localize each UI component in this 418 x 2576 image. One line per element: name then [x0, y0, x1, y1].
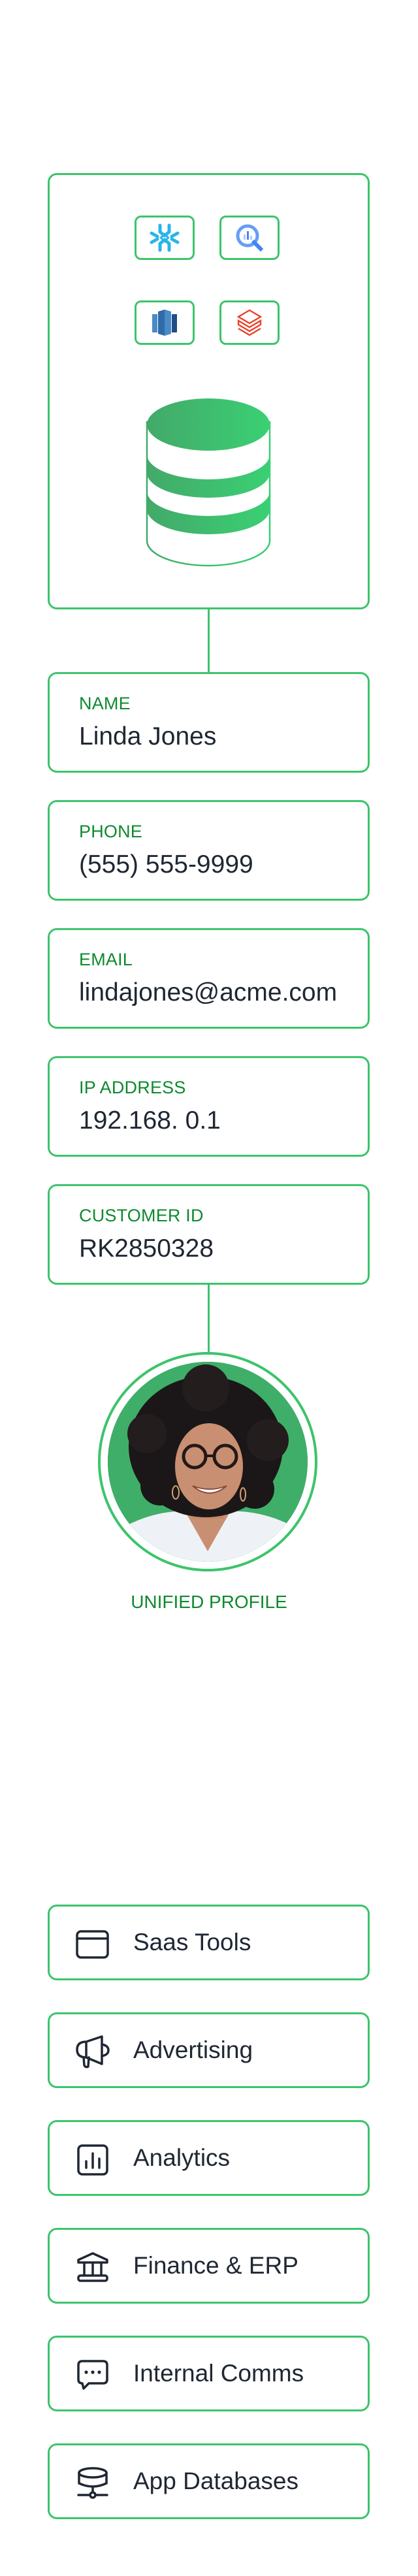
browser-window-icon [76, 1930, 109, 1959]
field-value: RK2850328 [79, 1234, 214, 1263]
unified-profile-label: UNIFIED PROFILE [131, 1592, 287, 1612]
redshift-tile [135, 300, 195, 345]
connector-line [208, 607, 210, 673]
redshift-icon [152, 310, 177, 336]
category-label: Finance & ERP [133, 2252, 298, 2279]
megaphone-icon [76, 2035, 110, 2069]
snowflake-tile [135, 216, 195, 260]
snowflake-icon [150, 223, 180, 252]
field-card-phone: PHONE (555) 555-9999 [48, 800, 370, 901]
field-card-ip-address: IP ADDRESS 192.168. 0.1 [48, 1056, 370, 1157]
field-label: NAME [79, 694, 131, 713]
field-label: IP ADDRESS [79, 1078, 186, 1097]
connector-line [208, 1284, 210, 1353]
data-warehouse-box [48, 173, 370, 609]
category-advertising[interactable]: Advertising [48, 2012, 370, 2088]
bar-chart-icon [77, 2144, 108, 2176]
profile-photo [108, 1362, 308, 1562]
category-label: Analytics [133, 2144, 231, 2171]
field-value: Linda Jones [79, 722, 217, 750]
field-card-name: NAME Linda Jones [48, 672, 370, 773]
bigquery-tile [219, 216, 280, 260]
field-label: CUSTOMER ID [79, 1206, 204, 1225]
field-card-customer-id: CUSTOMER ID RK2850328 [48, 1184, 370, 1285]
category-internal-comms[interactable]: Internal Comms [48, 2336, 370, 2411]
field-value: lindajones@acme.com [79, 978, 338, 1006]
database-icon [146, 398, 271, 567]
bigquery-icon [236, 224, 264, 252]
category-analytics[interactable]: Analytics [48, 2120, 370, 2196]
category-label: Saas Tools [133, 1929, 251, 1956]
person-avatar-icon [108, 1362, 308, 1562]
field-label: PHONE [79, 822, 143, 841]
databricks-icon [236, 309, 263, 336]
field-card-email: EMAIL lindajones@acme.com [48, 928, 370, 1029]
chat-bubble-icon [77, 2360, 108, 2390]
profile-avatar-ring [98, 1352, 317, 1571]
databricks-tile [219, 300, 280, 345]
field-value: 192.168. 0.1 [79, 1106, 221, 1135]
network-database-icon [77, 2467, 108, 2499]
category-label: App Databases [133, 2468, 299, 2494]
field-label: EMAIL [79, 950, 133, 969]
category-label: Internal Comms [133, 2360, 304, 2387]
bank-icon [77, 2252, 108, 2282]
category-label: Advertising [133, 2037, 253, 2063]
category-saas-tools[interactable]: Saas Tools [48, 1905, 370, 1980]
category-finance-erp[interactable]: Finance & ERP [48, 2228, 370, 2304]
field-value: (555) 555-9999 [79, 850, 253, 878]
category-app-databases[interactable]: App Databases [48, 2443, 370, 2519]
